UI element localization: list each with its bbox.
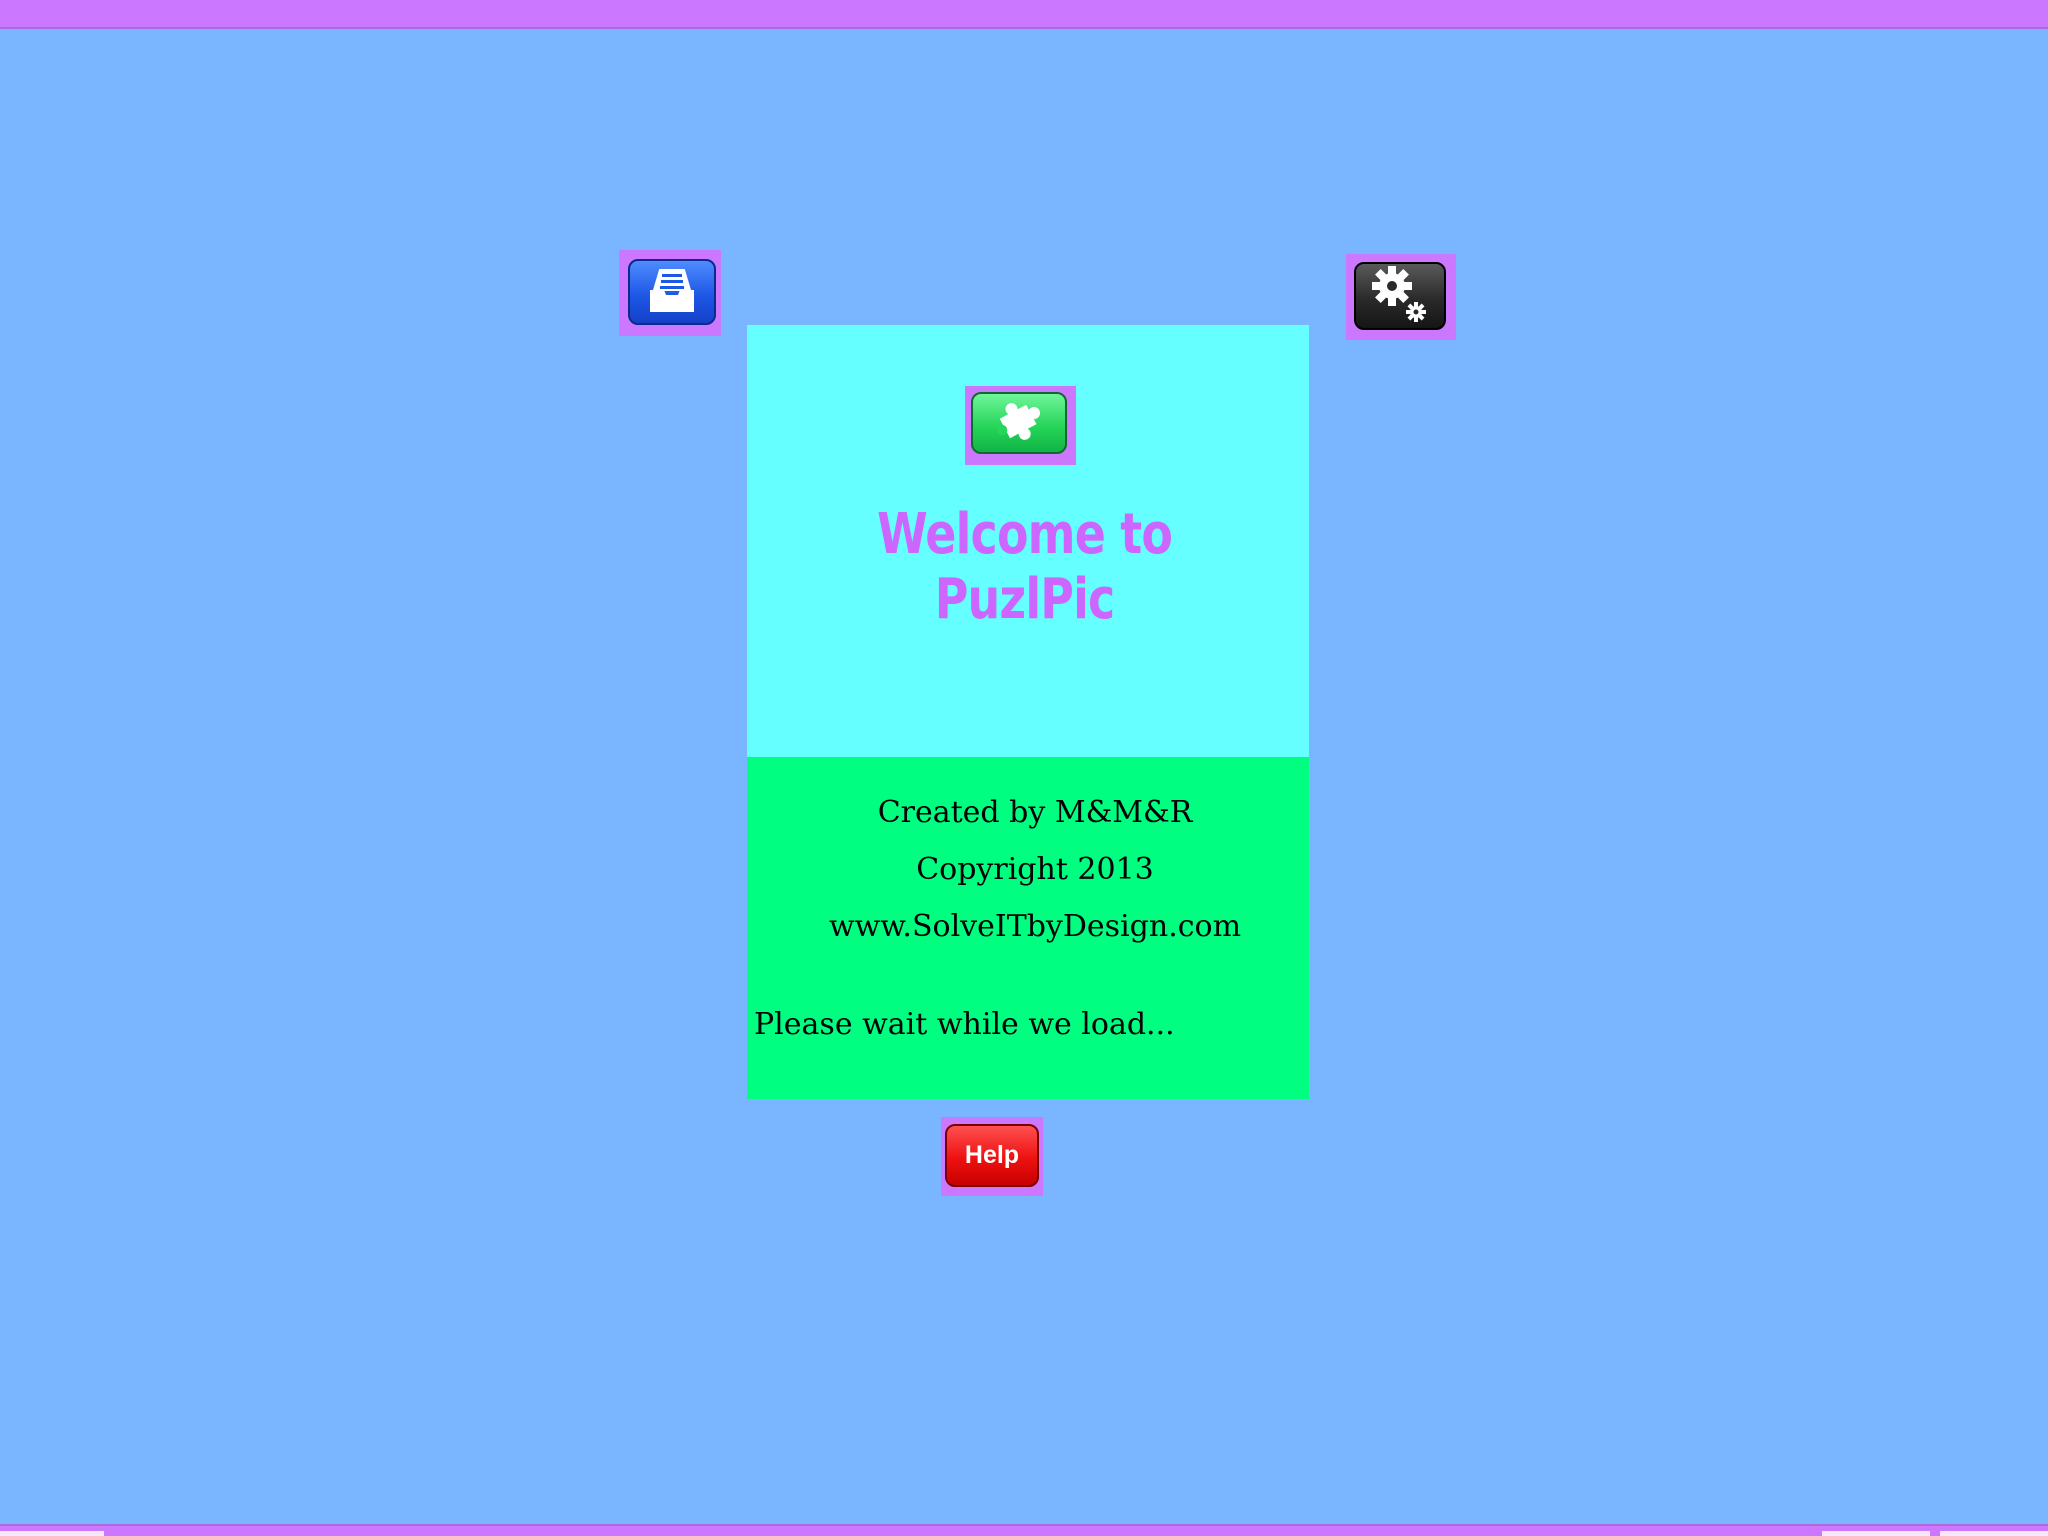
settings-button[interactable] (1354, 262, 1446, 330)
inbox-tray-icon (646, 264, 698, 320)
puzzle-piece-icon (989, 396, 1049, 450)
credits-block: Created by M&M&R Copyright 2013 www.Solv… (747, 784, 1309, 955)
welcome-title: Welcome to PuzlPic (877, 502, 1173, 632)
help-button[interactable]: Help (945, 1124, 1039, 1187)
puzzle-button[interactable] (971, 392, 1067, 454)
inbox-button[interactable] (628, 259, 716, 325)
top-bar (0, 0, 2048, 29)
created-by-text: Created by M&M&R (877, 795, 1193, 830)
bottom-bar-segment-left (0, 1531, 104, 1536)
website-text: www.SolveITbyDesign.com (828, 909, 1242, 944)
bottom-bar (0, 1524, 2048, 1536)
help-button-frame: Help (941, 1117, 1043, 1196)
loading-text: Please wait while we load... (754, 1007, 1175, 1042)
puzzle-button-frame (965, 386, 1076, 465)
inbox-button-frame (619, 250, 721, 336)
copyright-text: Copyright 2013 (916, 852, 1154, 887)
settings-button-frame (1346, 254, 1456, 340)
bottom-bar-segment-far-right (1940, 1531, 2048, 1536)
gears-icon (1368, 262, 1432, 330)
bottom-bar-segment-right (1822, 1531, 1930, 1536)
